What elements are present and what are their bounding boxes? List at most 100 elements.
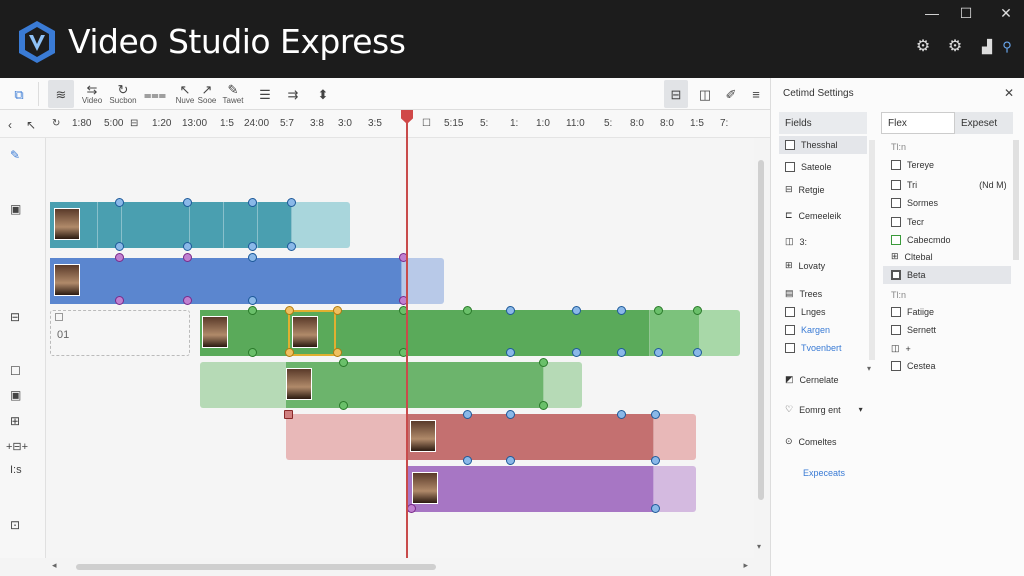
tab-flex[interactable]: Flex bbox=[881, 112, 955, 134]
cursor-icon[interactable]: ↖ bbox=[26, 118, 36, 132]
keyframe[interactable] bbox=[572, 348, 581, 357]
keyframe[interactable] bbox=[339, 358, 348, 367]
tool-button[interactable]: ≋ bbox=[48, 80, 74, 108]
split-icon[interactable]: ⇉ bbox=[282, 80, 304, 108]
keyframe[interactable] bbox=[506, 456, 515, 465]
menu-icon[interactable]: ☰ bbox=[254, 80, 276, 108]
keyframe[interactable] bbox=[693, 348, 702, 357]
pin-icon[interactable]: ⚲ bbox=[998, 38, 1016, 56]
keyframe[interactable] bbox=[287, 242, 296, 251]
keyframe[interactable] bbox=[539, 358, 548, 367]
keyframe[interactable] bbox=[115, 242, 124, 251]
scroll-thumb[interactable] bbox=[758, 160, 764, 500]
list-item[interactable]: ⊟ Retgie bbox=[785, 184, 825, 195]
time-ruler[interactable]: ‹ ↖ ↻ 1:80 5:00 ⊟ 1:20 13:00 1:5 24:00 5… bbox=[0, 110, 770, 138]
keyframe[interactable] bbox=[284, 410, 293, 419]
list-item[interactable]: Tvoenbert bbox=[785, 343, 842, 353]
list-item[interactable]: ◫ 3: bbox=[785, 236, 807, 247]
image-icon[interactable]: ☐ bbox=[10, 364, 21, 378]
keyframe[interactable] bbox=[654, 348, 663, 357]
checkbox[interactable] bbox=[785, 343, 795, 353]
list-item[interactable]: ▤ Trees bbox=[785, 288, 822, 299]
video-clip[interactable] bbox=[50, 202, 350, 248]
list-item[interactable]: ◩ Cernelate bbox=[785, 374, 839, 385]
close-button[interactable]: ✕ bbox=[996, 4, 1016, 22]
option-item[interactable]: Sernett bbox=[891, 325, 936, 335]
option-item[interactable]: ⊞ Cltebal bbox=[891, 251, 933, 262]
option-item[interactable]: Beta bbox=[891, 270, 926, 280]
option-item[interactable]: Tri (Nd M) bbox=[891, 180, 1007, 190]
video-button[interactable]: ⇆ Video bbox=[80, 80, 104, 108]
sooe-button[interactable]: ↗ Sooe bbox=[196, 80, 218, 108]
checkbox[interactable] bbox=[891, 361, 901, 371]
checkbox[interactable] bbox=[785, 140, 795, 150]
option-item[interactable]: Tecr bbox=[891, 217, 924, 227]
tab-expeset[interactable]: Expeset bbox=[955, 112, 1013, 134]
layer-icon[interactable]: ▣ bbox=[10, 388, 21, 402]
align-icon[interactable]: ⬍ bbox=[312, 80, 334, 108]
keyframe[interactable] bbox=[287, 198, 296, 207]
keyframe[interactable] bbox=[339, 401, 348, 410]
export-icon[interactable]: ⊡ bbox=[10, 518, 20, 532]
checkbox[interactable] bbox=[891, 270, 901, 280]
keyframe[interactable] bbox=[115, 296, 124, 305]
keyframe[interactable] bbox=[617, 410, 626, 419]
timeline-area[interactable]: 01 bbox=[46, 138, 754, 558]
checkbox[interactable] bbox=[891, 180, 901, 190]
empty-clip-placeholder[interactable]: 01 bbox=[50, 310, 190, 356]
keyframe[interactable] bbox=[183, 198, 192, 207]
checkbox[interactable] bbox=[891, 160, 901, 170]
scroll-thumb[interactable] bbox=[76, 564, 436, 570]
checkbox[interactable] bbox=[785, 325, 795, 335]
grid-icon[interactable]: ⊞ bbox=[10, 414, 20, 428]
scroll-right-icon[interactable]: ▸ bbox=[743, 560, 748, 571]
minimize-button[interactable]: — bbox=[922, 4, 942, 22]
keyframe[interactable] bbox=[333, 306, 342, 315]
option-item[interactable]: Tereye bbox=[891, 160, 934, 170]
option-item[interactable]: Sormes bbox=[891, 198, 938, 208]
layout-icon[interactable]: ⧉ bbox=[8, 80, 30, 108]
keyframe[interactable] bbox=[506, 306, 515, 315]
option-item[interactable]: Cestea bbox=[891, 361, 936, 371]
pen-icon[interactable]: ✎ bbox=[10, 148, 20, 162]
keyframe[interactable] bbox=[506, 410, 515, 419]
playhead[interactable] bbox=[406, 110, 408, 576]
timeline-hscroll[interactable]: ◂ ▸ bbox=[46, 558, 754, 576]
nuve-button[interactable]: ↖ Nuve bbox=[174, 80, 196, 108]
video-clip[interactable] bbox=[286, 414, 696, 460]
keyframe[interactable] bbox=[115, 253, 124, 262]
gear-icon[interactable]: ⚙ bbox=[946, 38, 964, 56]
keyframe[interactable] bbox=[407, 504, 416, 513]
checkbox[interactable] bbox=[891, 325, 901, 335]
maximize-button[interactable]: ☐ bbox=[956, 4, 976, 22]
keyframe[interactable] bbox=[183, 242, 192, 251]
keyframe[interactable] bbox=[617, 306, 626, 315]
keyframe[interactable] bbox=[183, 296, 192, 305]
keyframe[interactable] bbox=[285, 306, 294, 315]
keyframe[interactable] bbox=[651, 410, 660, 419]
checkbox[interactable] bbox=[891, 235, 901, 245]
list-item[interactable]: ⊞ Lovaty bbox=[785, 260, 825, 271]
option-item[interactable]: ◫ + bbox=[891, 343, 911, 354]
keyframe[interactable] bbox=[248, 296, 257, 305]
panel-icon[interactable]: ◫ bbox=[694, 80, 716, 108]
keyframe[interactable] bbox=[572, 306, 581, 315]
keyframe[interactable] bbox=[693, 306, 702, 315]
keyframe[interactable] bbox=[506, 348, 515, 357]
keyframe[interactable] bbox=[654, 306, 663, 315]
list-item[interactable]: Kargen bbox=[785, 325, 830, 335]
checkbox[interactable] bbox=[785, 307, 795, 317]
list-item[interactable]: Sateole bbox=[785, 162, 832, 172]
list-item[interactable]: Thesshal bbox=[785, 140, 838, 150]
checkbox[interactable] bbox=[785, 162, 795, 172]
sucbon-button[interactable]: ↻ Sucbon bbox=[108, 80, 138, 108]
keyframe[interactable] bbox=[248, 242, 257, 251]
keyframe[interactable] bbox=[651, 456, 660, 465]
keyframe[interactable] bbox=[617, 348, 626, 357]
video-clip[interactable] bbox=[200, 362, 582, 408]
tab-fields[interactable]: Fields bbox=[779, 112, 867, 134]
scroll-down-icon[interactable]: ▾ bbox=[867, 364, 871, 373]
expeceats-link[interactable]: Expeceats bbox=[803, 468, 845, 478]
keyframe[interactable] bbox=[651, 504, 660, 513]
keyframe[interactable] bbox=[248, 306, 257, 315]
